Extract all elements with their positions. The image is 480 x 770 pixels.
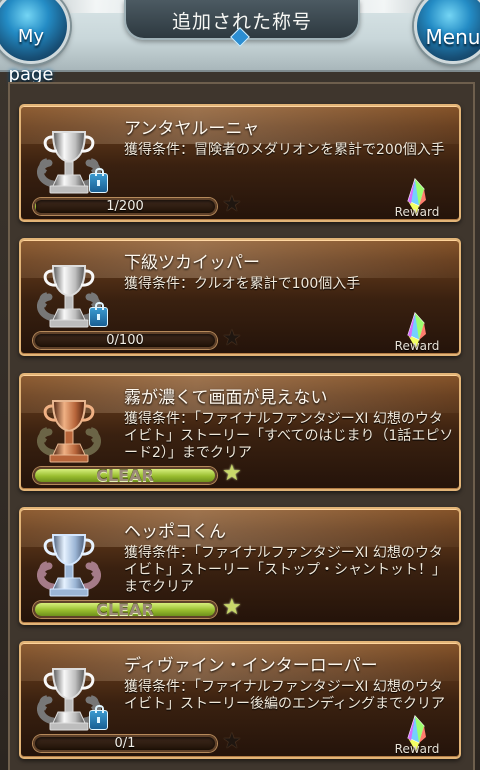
star-icon: ★ bbox=[222, 729, 242, 754]
title-card[interactable]: ディヴァイン・インターローパー 獲得条件：「ファイナルファンタジーXI 幻想のウ… bbox=[19, 641, 461, 759]
reward-label: Reward bbox=[394, 205, 440, 219]
progress-bar: CLEAR bbox=[33, 467, 217, 484]
mypage-button[interactable]: My page bbox=[0, 0, 70, 85]
title-description: 獲得条件：「ファイナルファンタジーXI 幻想のウタイビト」ストーリー「ストップ・… bbox=[124, 545, 446, 595]
mypage-label-bottom: page bbox=[8, 64, 54, 85]
title-name: アンタヤルーニャ bbox=[124, 119, 260, 139]
star-icon: ★ bbox=[222, 595, 242, 620]
progress-text: CLEAR bbox=[96, 467, 154, 484]
title-description: 獲得条件：「ファイナルファンタジーXI 幻想のウタイビト」ストーリー「すべてのは… bbox=[124, 411, 454, 461]
title-card[interactable]: 霧が濃くて画面が見えない 獲得条件：「ファイナルファンタジーXI 幻想のウタイビ… bbox=[19, 373, 461, 491]
lock-icon bbox=[89, 705, 108, 730]
lock-icon bbox=[89, 168, 108, 193]
title-card[interactable]: ヘッポコくん 獲得条件：「ファイナルファンタジーXI 幻想のウタイビト」ストーリ… bbox=[19, 507, 461, 625]
mypage-label-top: My bbox=[17, 26, 45, 47]
reward-button[interactable]: Reward bbox=[388, 713, 446, 756]
title-description: 獲得条件：クルオを累計で100個入手 bbox=[124, 276, 361, 292]
star-icon: ★ bbox=[222, 192, 242, 217]
star-icon: ★ bbox=[222, 461, 242, 486]
menu-button[interactable]: Menu bbox=[414, 0, 480, 64]
star-icon: ★ bbox=[222, 326, 242, 351]
progress-bar: 0/1 bbox=[33, 735, 217, 752]
title-description: 獲得条件：「ファイナルファンタジーXI 幻想のウタイビト」ストーリー後編のエンデ… bbox=[124, 679, 446, 712]
progress-text: 1/200 bbox=[106, 199, 144, 214]
title-card[interactable]: 下級ツカイッパー 獲得条件：クルオを累計で100個入手 0/100 ★ Rewa… bbox=[19, 238, 461, 356]
title-description: 獲得条件：冒険者のメダリオンを累計で200個入手 bbox=[124, 142, 445, 158]
reward-label: Reward bbox=[394, 742, 440, 756]
header: My page 追加された称号 Menu bbox=[0, 0, 480, 85]
reward-button[interactable]: Reward bbox=[388, 310, 446, 353]
progress-text: CLEAR bbox=[96, 601, 154, 618]
page: My page 追加された称号 Menu アンタヤルーニャ 獲得条件：冒険者のメ… bbox=[0, 0, 480, 770]
lock-icon bbox=[89, 302, 108, 327]
reward-button[interactable]: Reward bbox=[388, 176, 446, 219]
progress-bar: 0/100 bbox=[33, 332, 217, 349]
blue-trophy-icon bbox=[33, 523, 105, 601]
progress-text: 0/100 bbox=[106, 333, 144, 348]
title-name: 霧が濃くて画面が見えない bbox=[124, 388, 328, 408]
title-name: ヘッポコくん bbox=[124, 522, 226, 542]
progress-bar: CLEAR bbox=[33, 601, 217, 618]
reward-label: Reward bbox=[394, 339, 440, 353]
title-name: 下級ツカイッパー bbox=[124, 253, 260, 273]
progress-bar: 1/200 bbox=[33, 198, 217, 215]
title-name: ディヴァイン・インターローパー bbox=[124, 656, 378, 676]
progress-text: 0/1 bbox=[114, 736, 136, 751]
title-card[interactable]: アンタヤルーニャ 獲得条件：冒険者のメダリオンを累計で200個入手 1/200 … bbox=[19, 104, 461, 222]
menu-label: Menu bbox=[425, 25, 480, 49]
bronze-trophy-icon bbox=[33, 389, 105, 467]
